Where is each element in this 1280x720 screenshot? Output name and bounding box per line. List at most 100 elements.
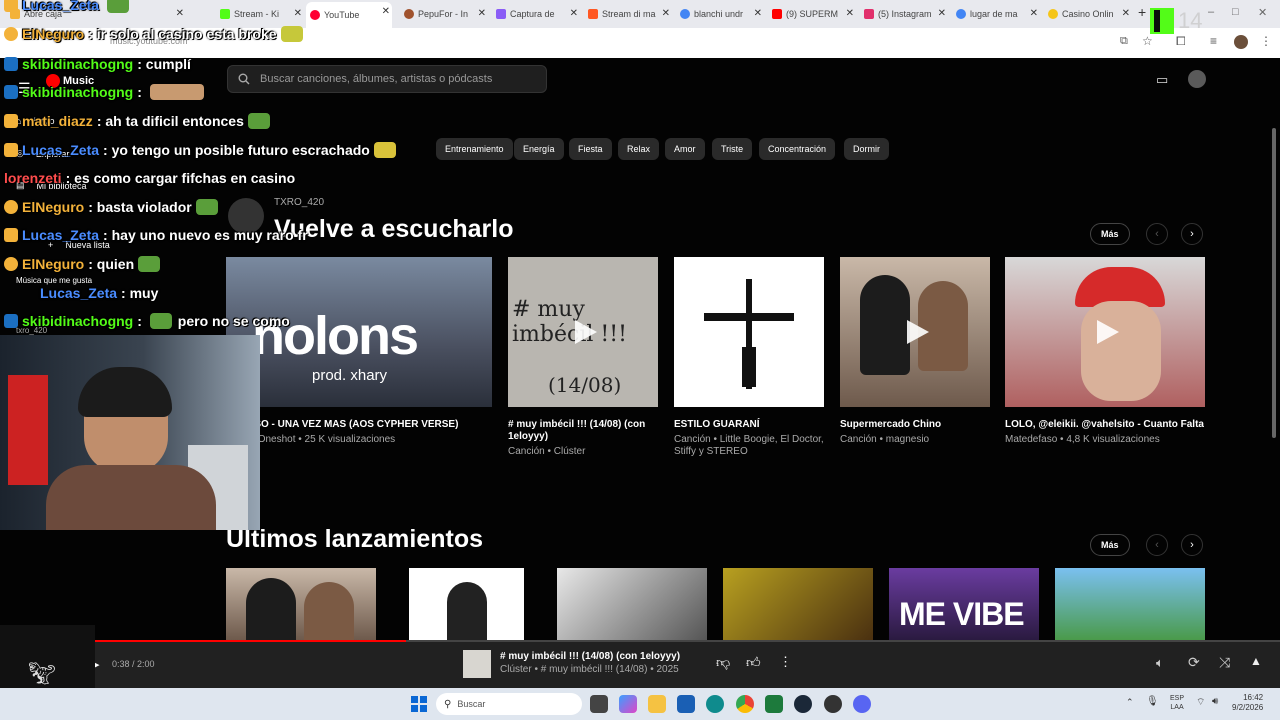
more-options-icon[interactable]: ⋮ — [779, 654, 792, 670]
edge-icon[interactable] — [706, 695, 724, 713]
play-icon[interactable] — [575, 320, 597, 344]
tray-chevron-icon[interactable]: ⌃ — [1126, 697, 1134, 708]
release-thumbnail[interactable] — [226, 568, 376, 640]
search-box[interactable] — [227, 65, 547, 93]
tab-1[interactable]: Stream - Ki ✕ — [216, 4, 304, 24]
volume-icon[interactable]: 🔈︎ — [1156, 655, 1164, 671]
like-icon[interactable]: 👍︎ — [746, 654, 761, 671]
tab-8[interactable]: (5) Instagram ✕ — [860, 4, 948, 24]
sidebar-item-playlist[interactable]: txro_420 — [16, 326, 47, 335]
tab-4[interactable]: Captura de ✕ — [492, 4, 580, 24]
release-thumbnail[interactable] — [723, 568, 873, 640]
wifi-icon[interactable]: ⌔ — [1196, 696, 1205, 709]
sidebar-item-explorar[interactable]: ◎ Explorar — [16, 148, 69, 159]
windows-start-icon[interactable] — [411, 696, 427, 712]
file-explorer-icon[interactable] — [648, 695, 666, 713]
card-title[interactable]: # muy imbécil !!! (14/08) (con 1eloyyy) — [508, 419, 663, 443]
card-title[interactable]: ALONSO - UNA VEZ MAS (AOS CYPHER VERSE) — [226, 419, 496, 431]
card-title[interactable]: LOLO, @eleikii. @vahelsito - Cuanto Falt… — [1005, 419, 1210, 431]
tab-close-icon[interactable]: ✕ — [570, 8, 578, 19]
tab-3[interactable]: PepuFor - In ✕ — [400, 4, 488, 24]
tab-close-icon[interactable]: ✕ — [294, 8, 302, 19]
bookmark-star-icon[interactable]: ☆ — [1142, 34, 1153, 48]
progress-bar[interactable] — [0, 640, 1280, 642]
dislike-icon[interactable]: 👎︎ — [716, 654, 730, 671]
taskbar-search[interactable]: ⚲ Buscar — [436, 693, 582, 715]
extensions-icon[interactable]: ⧠ — [1176, 34, 1186, 49]
steam-icon[interactable] — [794, 695, 812, 713]
now-playing-thumbnail[interactable] — [463, 650, 491, 678]
card-thumbnail[interactable]: # muy imbécil !!! (14/08) — [508, 257, 658, 407]
tab-6[interactable]: blanchi undr ✕ — [676, 4, 764, 24]
release-thumbnail[interactable] — [409, 568, 524, 640]
release-thumbnail[interactable] — [557, 568, 707, 640]
tab-7[interactable]: (9) SUPERM ✕ — [768, 4, 856, 24]
close-window-button[interactable]: ✕ — [1258, 6, 1267, 19]
card-thumbnail[interactable] — [1005, 257, 1205, 407]
install-app-icon[interactable]: ⧉ — [1120, 35, 1128, 48]
sidebar-item-inicio[interactable]: ⌂ Inicio — [16, 116, 54, 126]
microphone-icon[interactable]: 🎙︎ — [1146, 696, 1159, 707]
account-avatar[interactable] — [1188, 70, 1206, 88]
chip-dormir[interactable]: Dormir — [844, 138, 889, 160]
search-input[interactable] — [260, 73, 530, 85]
tab-close-icon[interactable]: ✕ — [1122, 8, 1130, 19]
tab-5[interactable]: Stream di ma ✕ — [584, 4, 672, 24]
new-tab-button[interactable]: + — [1138, 4, 1146, 20]
chip-fiesta[interactable]: Fiesta — [569, 138, 612, 160]
tab-0[interactable]: Abre caja ✕ — [6, 4, 186, 24]
chip-entrenamiento[interactable]: Entrenamiento — [436, 138, 513, 160]
more-button[interactable]: Más — [1090, 534, 1130, 556]
tab-9[interactable]: lugar de ma ✕ — [952, 4, 1040, 24]
card-thumbnail[interactable]: nolons prod. xhary — [226, 257, 492, 407]
chip-energia[interactable]: Energía — [514, 138, 564, 160]
obs-icon[interactable] — [824, 695, 842, 713]
release-thumbnail[interactable] — [1055, 568, 1205, 640]
now-playing-title[interactable]: # muy imbécil !!! (14/08) (con 1eloyyy) — [500, 651, 680, 662]
release-thumbnail[interactable]: ME VIBE — [889, 568, 1039, 640]
expand-player-icon[interactable]: ▲ — [1250, 654, 1262, 668]
minimize-button[interactable]: – — [1208, 6, 1214, 18]
discord-icon[interactable] — [853, 695, 871, 713]
card-thumbnail[interactable] — [840, 257, 990, 407]
chip-amor[interactable]: Amor — [665, 138, 705, 160]
next-arrow-icon[interactable]: › — [1181, 223, 1203, 245]
ytmusic-logo[interactable]: Music — [46, 74, 94, 88]
task-view-icon[interactable] — [590, 695, 608, 713]
prev-arrow-icon[interactable]: ‹ — [1146, 534, 1168, 556]
tab-close-icon[interactable]: ✕ — [1030, 8, 1038, 19]
cast-icon[interactable]: ▭ — [1156, 72, 1168, 88]
tab-close-icon[interactable]: ✕ — [754, 8, 762, 19]
card-thumbnail[interactable] — [674, 257, 824, 407]
scrollbar[interactable] — [1272, 128, 1276, 438]
more-button[interactable]: Más — [1090, 223, 1130, 245]
language-indicator[interactable]: ESP LAA — [1170, 694, 1184, 712]
new-playlist-button[interactable]: + Nueva lista — [48, 240, 110, 250]
tab-close-icon[interactable]: ✕ — [938, 8, 946, 19]
speaker-icon[interactable]: 🔊︎ — [1212, 696, 1218, 707]
tab-close-icon[interactable]: ✕ — [662, 8, 670, 19]
tab-close-icon[interactable]: ✕ — [176, 8, 184, 19]
store-icon[interactable] — [677, 695, 695, 713]
repeat-icon[interactable]: ⟳ — [1188, 654, 1200, 671]
url-field[interactable]: music.youtube.com — [110, 36, 188, 46]
hamburger-menu-icon[interactable]: ☰ — [18, 80, 31, 97]
profile-avatar[interactable] — [1234, 35, 1248, 49]
play-icon[interactable] — [1097, 320, 1119, 344]
chip-relax[interactable]: Relax — [618, 138, 660, 160]
play-icon[interactable] — [907, 320, 929, 344]
tab-close-icon[interactable]: ✕ — [382, 6, 390, 17]
copilot-icon[interactable] — [619, 695, 637, 713]
browser-menu-icon[interactable]: ⋮ — [1260, 34, 1272, 48]
card-title[interactable]: ESTILO GUARANÍ — [674, 419, 829, 431]
tab-close-icon[interactable]: ✕ — [478, 8, 486, 19]
shuffle-icon[interactable]: ⤨ — [1219, 654, 1230, 671]
chip-concentracion[interactable]: Concentración — [759, 138, 836, 160]
clock[interactable]: 16:42 9/2/2026 — [1232, 693, 1263, 713]
tab-close-icon[interactable]: ✕ — [846, 8, 854, 19]
excel-icon[interactable] — [765, 695, 783, 713]
tab-youtube[interactable]: YouTube ✕ — [306, 2, 392, 28]
next-arrow-icon[interactable]: › — [1181, 534, 1203, 556]
chip-triste[interactable]: Triste — [712, 138, 753, 160]
prev-arrow-icon[interactable]: ‹ — [1146, 223, 1168, 245]
